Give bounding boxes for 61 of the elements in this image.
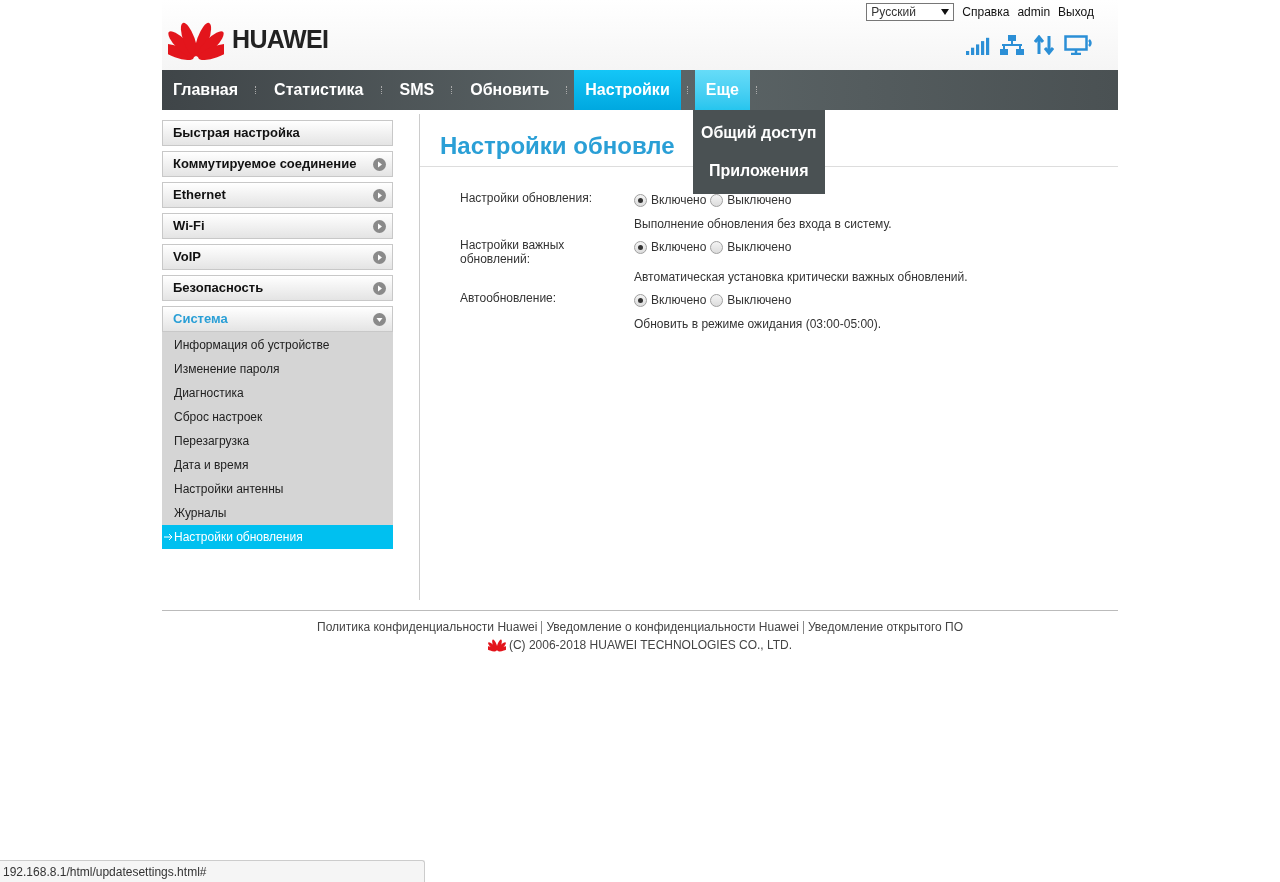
footer-link[interactable]: Уведомление о конфиденциальности Huawei xyxy=(546,618,799,636)
submenu-item[interactable]: Изменение пароля xyxy=(162,357,393,381)
radio-button[interactable] xyxy=(634,193,647,207)
radio-button[interactable] xyxy=(634,240,647,254)
setting-note: Автоматическая установка критически важных обновлений. xyxy=(634,269,968,286)
radio-label: Включено xyxy=(651,239,707,256)
language-select[interactable]: Русский xyxy=(866,3,955,21)
network-icon xyxy=(1000,35,1024,55)
sidebar-section[interactable]: VoIP xyxy=(162,244,393,270)
header-link[interactable]: Справка xyxy=(962,3,1010,21)
menu-item[interactable]: Общий доступ xyxy=(692,114,825,152)
dropdown-icon xyxy=(941,9,950,15)
submenu-item[interactable]: Перезагрузка xyxy=(162,429,393,453)
sidebar-section[interactable]: Ethernet xyxy=(162,182,393,208)
radio-label: Включено xyxy=(651,192,707,209)
nav-tab[interactable]: Статистика xyxy=(263,70,375,110)
expand-right-icon xyxy=(373,281,386,295)
expand-right-icon xyxy=(373,188,386,202)
sidebar-section[interactable]: Безопасность xyxy=(162,275,393,301)
radio-button[interactable] xyxy=(634,293,647,307)
radio-label: Включено xyxy=(651,292,707,309)
monitor-icon xyxy=(1064,35,1094,55)
radio-label: Выключено xyxy=(727,292,792,309)
submenu-item[interactable]: Дата и время xyxy=(162,453,393,477)
arrow-icon xyxy=(164,533,173,541)
setting-label: Настройки важных обновлений: xyxy=(460,238,566,268)
page-title: Настройки обновле xyxy=(440,131,675,161)
status-url: 192.168.8.1/html/updatesettings.html# xyxy=(0,860,425,882)
expand-right-icon xyxy=(373,219,386,233)
submenu-item[interactable]: Сброс настроек xyxy=(162,405,393,429)
setting-label: Настройки обновления: xyxy=(460,191,593,207)
header-link[interactable]: Выход xyxy=(1058,3,1094,21)
menu-item[interactable]: Приложения xyxy=(692,152,825,190)
header-link[interactable]: admin xyxy=(1017,3,1051,21)
setting-note: Обновить в режиме ожидания (03:00-05:00). xyxy=(634,316,882,333)
radio-label: Выключено xyxy=(727,192,792,209)
nav-tab[interactable]: Обновить xyxy=(459,70,561,110)
signal-icon xyxy=(966,37,990,55)
radio-button[interactable] xyxy=(710,240,724,254)
footer-link[interactable]: Уведомление открытого ПО xyxy=(807,618,963,636)
sidebar-section[interactable]: Коммутируемое соединение xyxy=(162,151,393,177)
submenu-item[interactable]: Журналы xyxy=(162,501,393,525)
expand-right-icon xyxy=(373,157,386,171)
logo-icon xyxy=(487,637,506,653)
expand-down-icon xyxy=(373,312,386,326)
submenu-item[interactable]: Информация об устройстве xyxy=(162,333,393,357)
setting-label: Автообновление: xyxy=(460,291,558,307)
radio-button[interactable] xyxy=(710,293,724,307)
submenu-item[interactable]: Настройки антенны xyxy=(162,477,393,501)
sidebar-section[interactable]: Wi-Fi xyxy=(162,213,393,239)
nav-tab[interactable]: Главная xyxy=(162,70,250,110)
brand-name: HUAWEI xyxy=(232,24,329,56)
nav-tab[interactable]: SMS xyxy=(388,70,446,110)
footer-link[interactable]: Политика конфиденциальности Huawei xyxy=(317,618,538,636)
submenu-item[interactable]: Диагностика xyxy=(162,381,393,405)
copyright-text: (C) 2006-2018 HUAWEI TECHNOLOGIES CO., LTD. xyxy=(508,637,793,654)
expand-right-icon xyxy=(373,250,386,264)
setting-note: Выполнение обновления без входа в систему. xyxy=(634,216,892,233)
sidebar-section[interactable]: Быстрая настройка xyxy=(162,120,393,146)
data-transfer-icon xyxy=(1034,35,1054,55)
radio-label: Выключено xyxy=(727,239,792,256)
